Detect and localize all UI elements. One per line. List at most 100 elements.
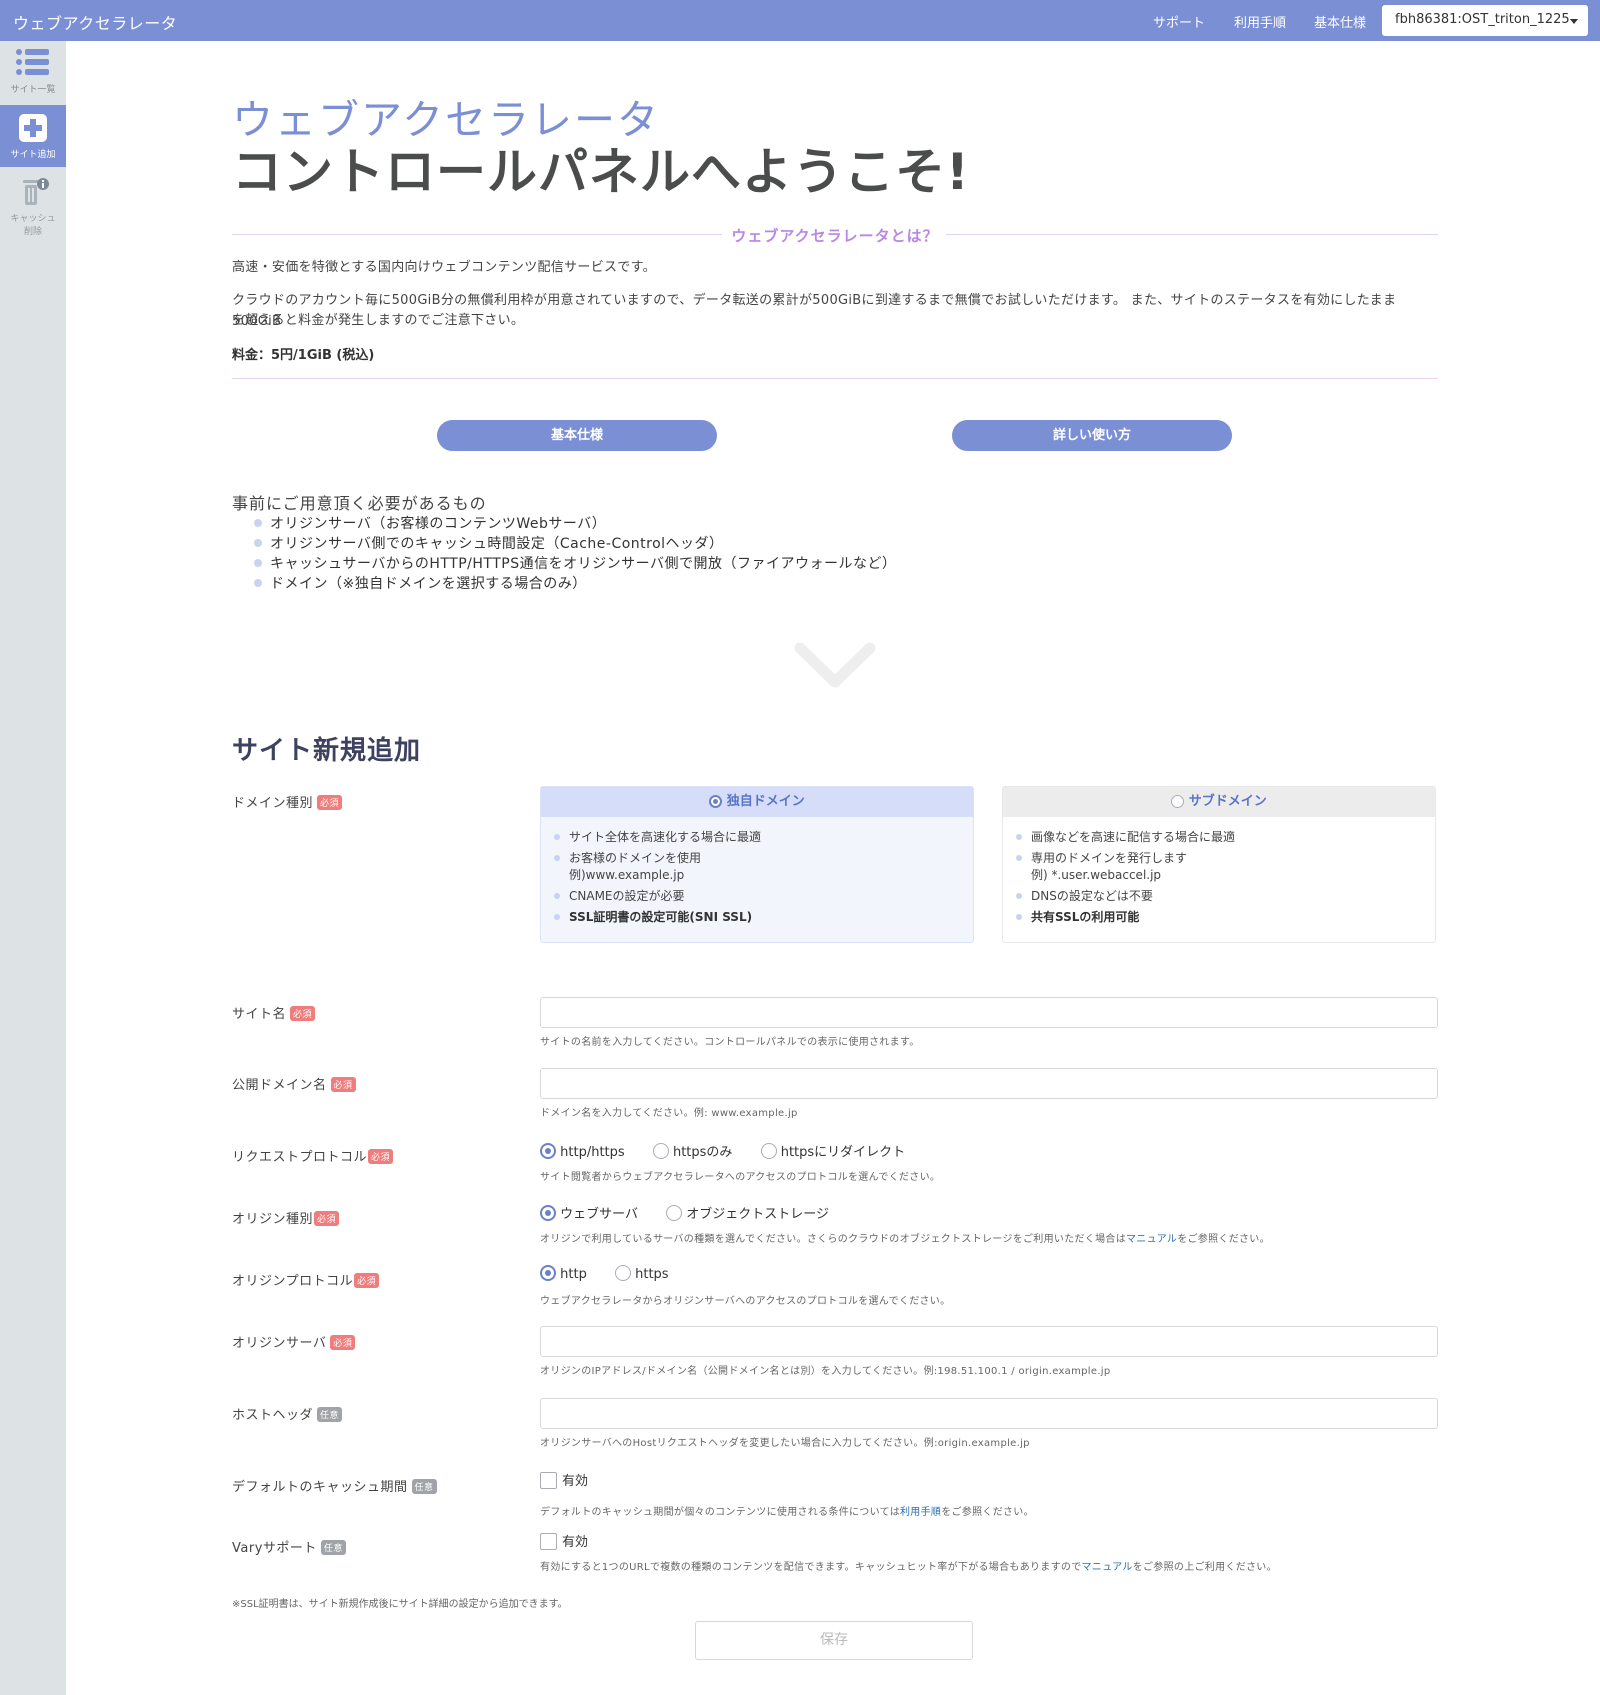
own-domain-radio[interactable] (709, 795, 723, 808)
request-protocol-option[interactable]: httpsのみ (652, 1141, 733, 1160)
public-domain-help: ドメイン名を入力してください。例: www.example.jp (540, 1108, 798, 1119)
origin-protocol-option[interactable]: http (540, 1265, 587, 1282)
request-protocol-help: サイト閲覧者からウェブアクセラレータへのアクセスのプロトコルを選んでください。 (540, 1172, 941, 1183)
form-title: サイト新規追加 (232, 736, 422, 766)
origin-protocol-option[interactable]: https (614, 1265, 669, 1282)
option-label: httpsにリダイレクト (780, 1145, 906, 1160)
sub-domain-radio[interactable] (1171, 795, 1185, 808)
domain-type-sub-card[interactable]: サブドメイン 画像などを高速に配信する場合に最適 専用のドメインを発行します 例… (1002, 786, 1436, 943)
trash-icon (23, 178, 49, 205)
card-header: 独自ドメイン (541, 787, 973, 817)
list-icon (16, 49, 49, 75)
public-domain-input[interactable] (540, 1068, 1438, 1099)
field-label-text: Varyサポート (232, 1541, 317, 1556)
host-header-help: オリジンサーバへのHostリクエストヘッダを変更したい場合に入力してください。例… (540, 1438, 1030, 1449)
origin-protocol-help: ウェブアクセラレータからオリジンサーバへのアクセスのプロトコルを選んでください。 (540, 1296, 951, 1307)
usage-guide-button[interactable]: 詳しい使い方 (952, 420, 1232, 451)
list-item: オリジンサーバ側でのキャッシュ時間設定（Cache-Controlヘッダ） (254, 534, 896, 554)
chevron-down-icon (794, 642, 876, 688)
required-badge: 必須 (317, 795, 343, 810)
radio-button[interactable] (760, 1143, 777, 1159)
origin-server-label: オリジンサーバ 必須 (232, 1332, 356, 1351)
domain-type-own-card[interactable]: 独自ドメイン サイト全体を高速化する場合に最適 お客様のドメインを使用 例)ww… (540, 786, 974, 943)
option-label: httpsのみ (672, 1145, 733, 1160)
nav-spec-link[interactable]: 基本仕様 (1314, 12, 1366, 31)
origin-type-help: オリジンで利用しているサーバの種類を選んでください。さくらのクラウドのオブジェク… (540, 1230, 1270, 1245)
list-item: キャッシュサーバからのHTTP/HTTPS通信をオリジンサーバ側で開放（ファイア… (254, 554, 896, 574)
origin-server-input[interactable] (540, 1326, 1438, 1357)
default-cache-toggle[interactable]: 有効 (540, 1470, 588, 1489)
ssl-note: ※SSL証明書は、サイト新規作成後にサイト詳細の設定から追加できます。 (232, 1599, 568, 1610)
sidebar-item-label: サイト追加 (10, 150, 56, 160)
request-protocol-option[interactable]: httpsにリダイレクト (760, 1141, 906, 1160)
sub-domain-features: 画像などを高速に配信する場合に最適 専用のドメインを発行します 例) *.use… (1003, 817, 1435, 926)
help-text: をご参照ください。 (941, 1507, 1034, 1518)
sidebar-item-site-list[interactable]: サイト一覧 (0, 47, 66, 105)
manual-link[interactable]: マニュアル (1126, 1234, 1177, 1245)
divider-line (232, 378, 1438, 379)
default-cache-checkbox[interactable] (540, 1472, 557, 1489)
field-label-text: ホストヘッダ (232, 1408, 314, 1423)
domain-type-label: ドメイン種別 必須 (232, 792, 343, 811)
sidebar-item-label: キャッシュ (10, 214, 56, 224)
nav-procedure-link[interactable]: 利用手順 (1234, 12, 1286, 31)
request-protocol-option[interactable]: http/https (540, 1143, 625, 1160)
host-header-input[interactable] (540, 1398, 1438, 1429)
vary-support-label: Varyサポート 任意 (232, 1537, 346, 1556)
save-button[interactable]: 保存 (695, 1621, 973, 1660)
manual-link[interactable]: マニュアル (1082, 1562, 1133, 1573)
list-item: お客様のドメインを使用 (553, 850, 973, 867)
vary-support-checkbox[interactable] (540, 1533, 557, 1550)
account-dropdown[interactable]: fbh86381:OST_triton_1225 (1382, 5, 1588, 36)
spec-button[interactable]: 基本仕様 (437, 420, 717, 451)
sidebar-item-cache-delete[interactable]: キャッシュ 削除 (0, 177, 66, 247)
prerequisites-list: オリジンサーバ（お客様のコンテンツWebサーバ） オリジンサーバ側でのキャッシュ… (254, 514, 896, 594)
field-label-text: オリジンサーバ (232, 1336, 327, 1351)
origin-protocol-radios: http https (540, 1265, 693, 1282)
field-label-text: オリジン種別 (232, 1212, 314, 1227)
account-name: fbh86381:OST_triton_1225 (1395, 12, 1570, 27)
origin-type-option[interactable]: オブジェクトストレージ (666, 1203, 829, 1222)
required-badge: 必須 (330, 1077, 356, 1092)
origin-type-option[interactable]: ウェブサーバ (540, 1203, 638, 1222)
plus-square-icon (19, 114, 47, 142)
required-badge: 必須 (290, 1006, 316, 1021)
vary-support-toggle[interactable]: 有効 (540, 1531, 588, 1550)
field-label-text: ドメイン種別 (232, 796, 314, 811)
sidebar-item-label: サイト一覧 (10, 85, 56, 95)
radio-button[interactable] (652, 1143, 669, 1159)
required-badge: 必須 (354, 1273, 380, 1288)
site-name-input[interactable] (540, 997, 1438, 1028)
radio-button[interactable] (614, 1265, 631, 1281)
about-paragraph-2-line2: を超えると料金が発生しますのでご注意下さい。 (232, 313, 525, 328)
list-item-example: 例) *.user.webaccel.jp (1031, 868, 1162, 882)
radio-button[interactable] (540, 1205, 556, 1221)
about-heading: ウェブアクセラレータとは？ (731, 227, 939, 245)
help-text: デフォルトのキャッシュ期間が個々のコンテンツに使用される条件については (540, 1507, 900, 1518)
option-label: http (560, 1267, 587, 1282)
optional-badge: 任意 (320, 1540, 346, 1555)
caret-down-icon (1570, 19, 1578, 24)
list-item: 専用のドメインを発行します (1015, 850, 1435, 867)
sidebar: サイト一覧 サイト追加 キャッシュ 削除 (0, 41, 66, 1695)
radio-button[interactable] (666, 1205, 683, 1221)
nav-support-link[interactable]: サポート (1153, 12, 1205, 31)
sidebar-item-label: 削除 (23, 227, 42, 237)
card-header: サブドメイン (1003, 787, 1435, 817)
app-title[interactable]: ウェブアクセラレータ (13, 10, 177, 34)
public-domain-label: 公開ドメイン名 必須 (232, 1074, 356, 1093)
radio-button[interactable] (540, 1143, 556, 1159)
request-protocol-label: リクエストプロトコル 必須 (232, 1146, 394, 1165)
list-item: オリジンサーバ（お客様のコンテンツWebサーバ） (254, 514, 896, 534)
checkbox-label: 有効 (562, 1474, 589, 1489)
about-heading-divider: ウェブアクセラレータとは？ (232, 225, 1438, 245)
sidebar-item-add-site[interactable]: サイト追加 (0, 105, 66, 167)
option-label: ウェブサーバ (560, 1207, 639, 1222)
radio-button[interactable] (540, 1265, 556, 1281)
host-header-label: ホストヘッダ 任意 (232, 1404, 343, 1423)
help-text: オリジンで利用しているサーバの種類を選んでください。さくらのクラウドのオブジェク… (540, 1234, 1126, 1245)
procedure-link[interactable]: 利用手順 (900, 1507, 941, 1518)
list-item-example: 例)www.example.jp (569, 868, 685, 882)
help-text: をご参照ください。 (1177, 1234, 1270, 1245)
prerequisites-title: 事前にご用意頂く必要があるもの (232, 494, 487, 513)
